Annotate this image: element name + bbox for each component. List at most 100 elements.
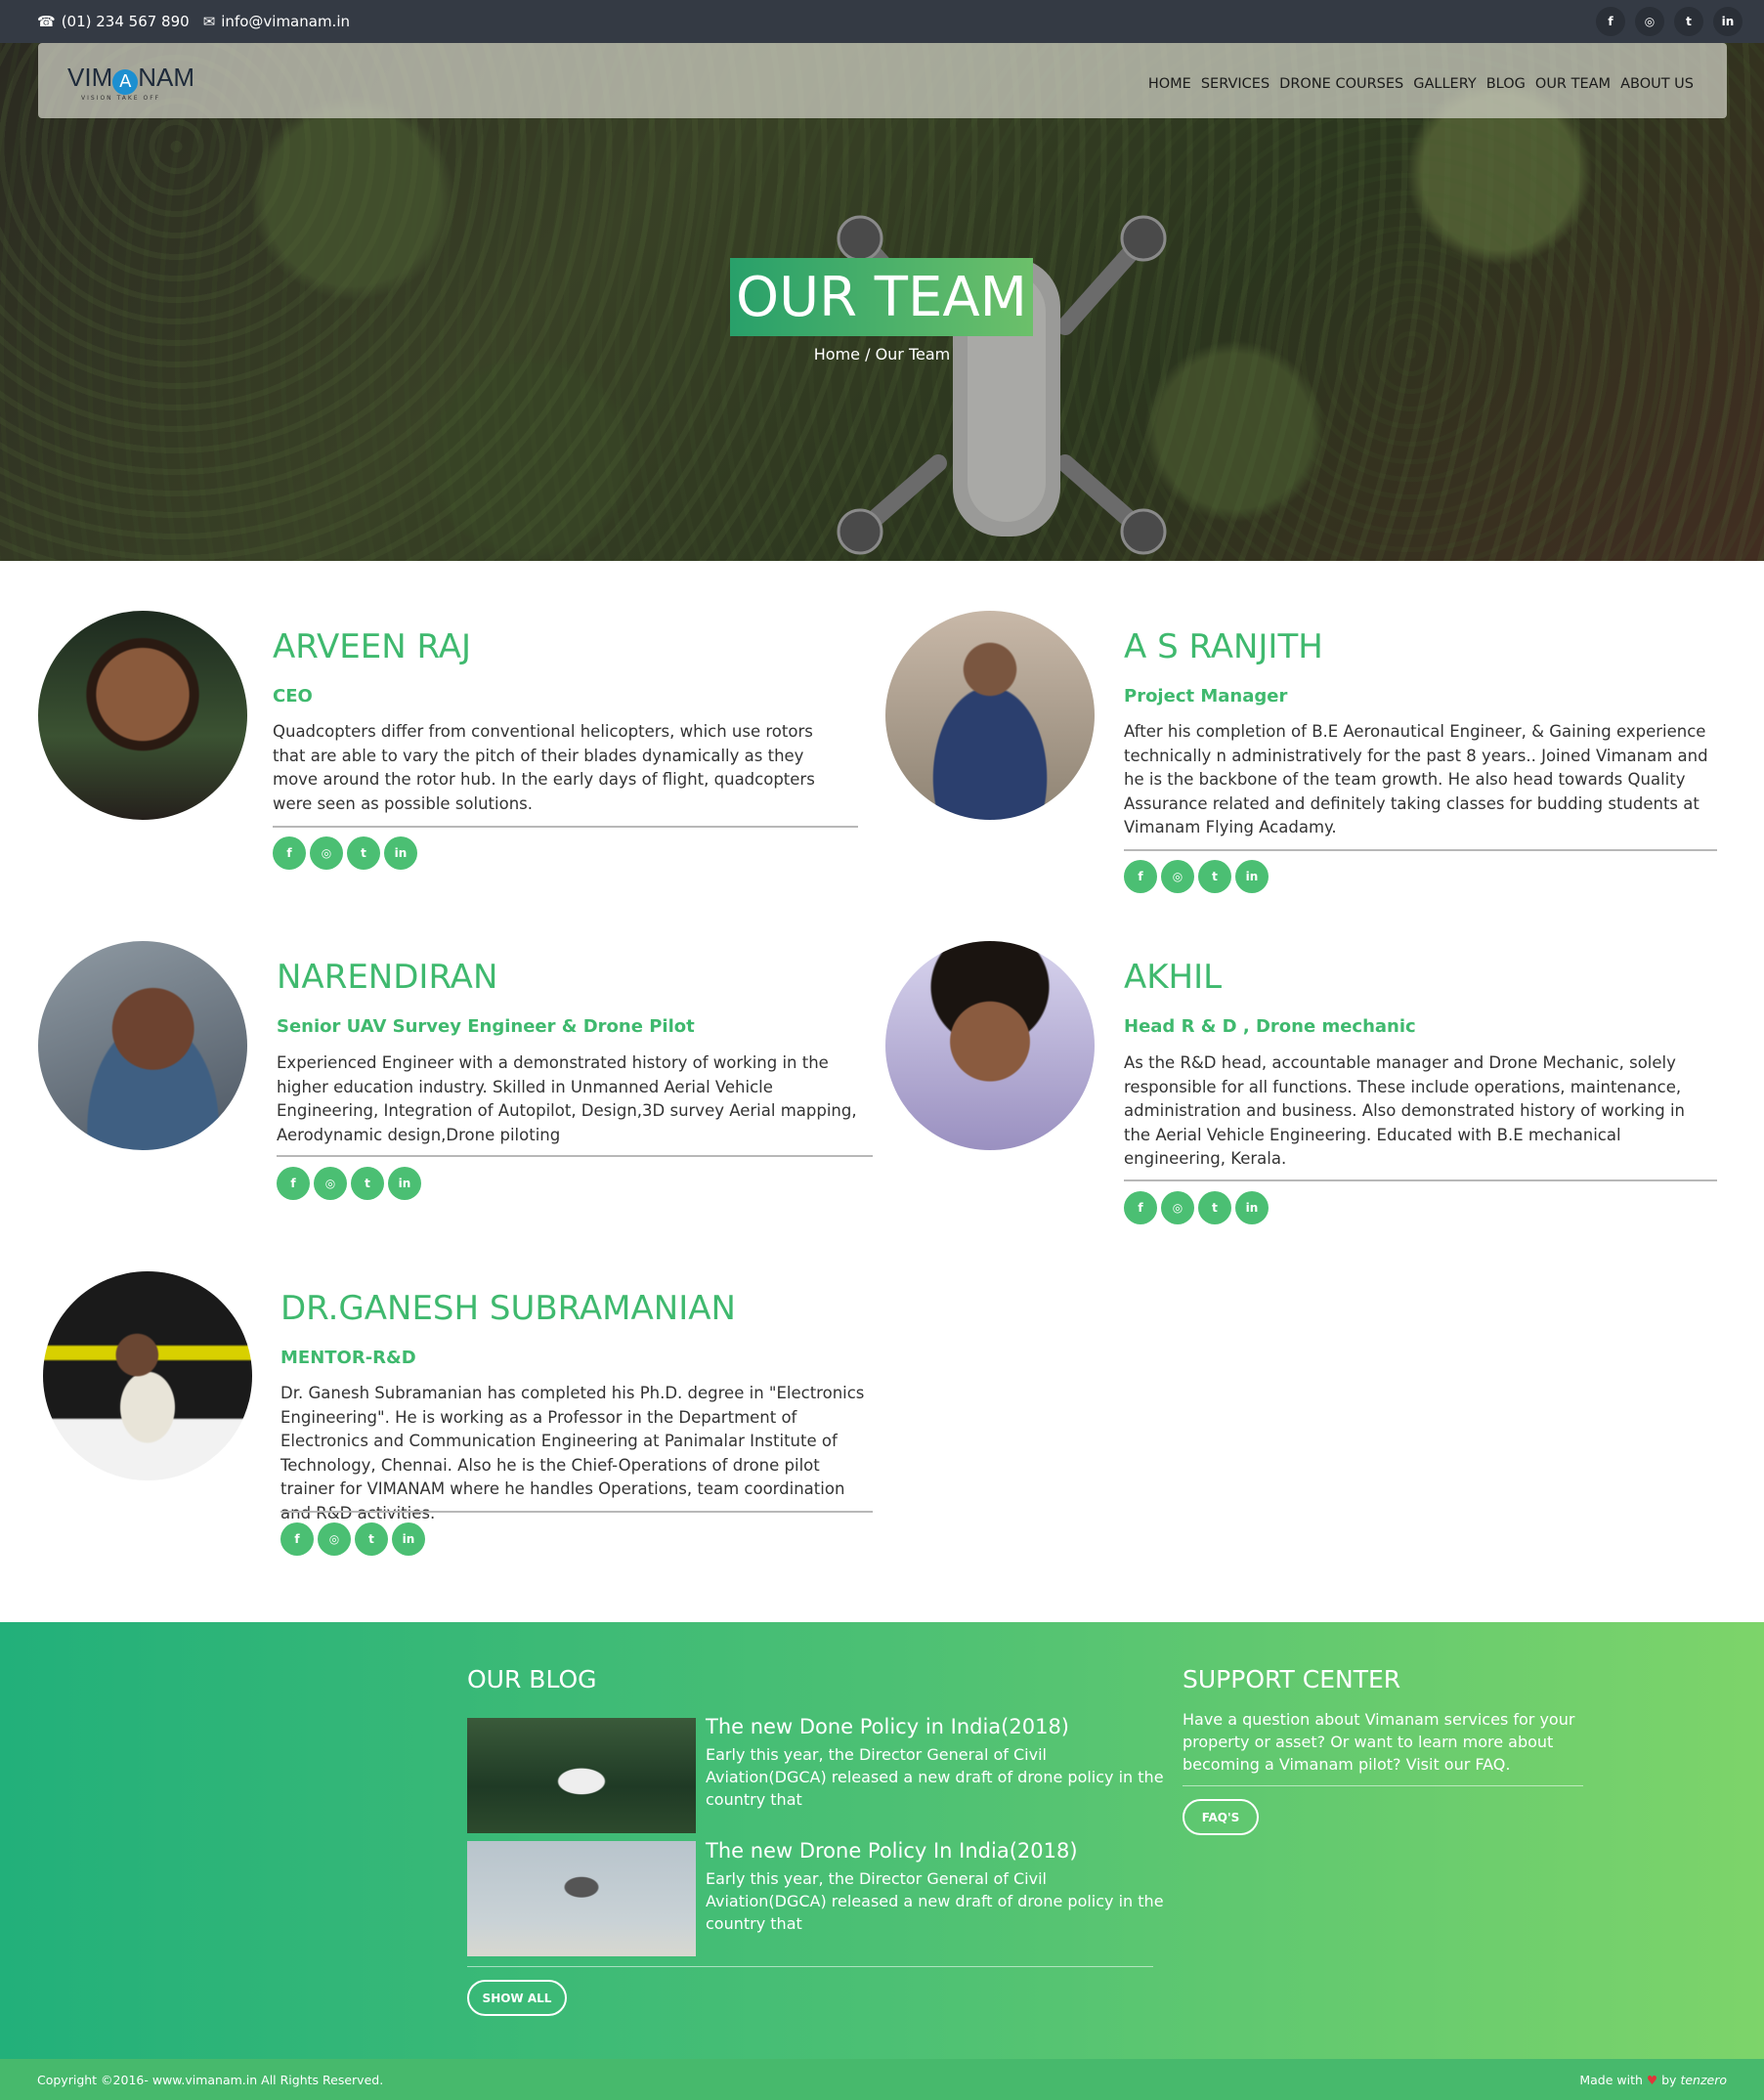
member-name: ARVEEN RAJ [273,627,472,666]
page-title: OUR TEAM [736,265,1027,329]
linkedin-icon[interactable]: in [1713,7,1742,36]
vimanam-logo[interactable]: VIM A NAM VISION TAKE OFF [67,63,194,102]
nav-menu: HOME SERVICES DRONE COURSES GALLERY BLOG… [1148,76,1694,92]
facebook-icon[interactable]: f [280,1522,314,1556]
linkedin-icon[interactable]: in [384,836,417,870]
logo-emblem: A [112,68,139,95]
member-role: Head R & D , Drone mechanic [1124,1016,1416,1037]
email-contact[interactable]: ✉ info@vimanam.in [203,13,350,30]
phone-contact[interactable]: ☎ (01) 234 567 890 [37,13,190,30]
logo-text-right: NAM [138,63,195,92]
divider [1124,849,1717,851]
divider [467,1966,1153,1967]
nav-blog[interactable]: BLOG [1486,76,1526,92]
nav-gallery[interactable]: GALLERY [1413,76,1476,92]
divider [1183,1785,1583,1786]
copyright-text: Copyright ©2016- www.vimanam.in All Righ… [37,2073,384,2087]
linkedin-icon[interactable]: in [1235,860,1269,893]
blog-post-excerpt: Early this year, the Director General of… [706,1869,1164,1933]
bottom-bar: Copyright ©2016- www.vimanam.in All Righ… [0,2059,1764,2100]
email-address: info@vimanam.in [221,13,350,30]
made-with-credit: Made with ♥ by tenzero [1579,2073,1727,2087]
made-with-label: Made with [1579,2073,1643,2087]
avatar-dr-ganesh-subramanian [43,1271,252,1480]
top-bar: ☎ (01) 234 567 890 ✉ info@vimanam.in f ◎… [0,0,1764,43]
twitter-icon[interactable]: t [347,836,380,870]
member-role: Senior UAV Survey Engineer & Drone Pilot [277,1016,695,1037]
nav-about-us[interactable]: ABOUT US [1620,76,1694,92]
member-name: NARENDIRAN [277,958,498,997]
instagram-icon[interactable]: ◎ [1161,1191,1194,1224]
linkedin-icon[interactable]: in [1235,1191,1269,1224]
nav-home[interactable]: HOME [1148,76,1191,92]
member-social-links: f ◎ t in [1124,1191,1269,1224]
nav-drone-courses[interactable]: DRONE COURSES [1279,76,1403,92]
twitter-icon[interactable]: t [351,1167,384,1200]
instagram-icon[interactable]: ◎ [1635,7,1664,36]
member-name: A S RANJITH [1124,627,1323,666]
facebook-icon[interactable]: f [1124,1191,1157,1224]
blog-post-excerpt: Early this year, the Director General of… [706,1745,1164,1809]
logo-text-left: VIM [67,63,113,92]
instagram-icon[interactable]: ◎ [1161,860,1194,893]
twitter-icon[interactable]: t [1198,860,1231,893]
avatar-arveen-raj [38,611,247,820]
linkedin-icon[interactable]: in [388,1167,421,1200]
facebook-icon[interactable]: f [1124,860,1157,893]
divider [280,1511,873,1513]
facebook-icon[interactable]: f [1596,7,1625,36]
member-role: CEO [273,686,313,707]
nav-services[interactable]: SERVICES [1201,76,1269,92]
contact-info: ☎ (01) 234 567 890 ✉ info@vimanam.in [37,13,350,30]
blog-post-thumbnail[interactable] [467,1718,696,1833]
member-bio: Dr. Ganesh Subramanian has completed his… [280,1384,865,1522]
blog-post-title[interactable]: The new Done Policy in India(2018) [706,1715,1069,1738]
member-bio: Experienced Engineer with a demonstrated… [277,1053,857,1144]
breadcrumb[interactable]: Home / Our Team [0,345,1764,364]
blog-heading: OUR BLOG [467,1665,597,1693]
page-title-box: OUR TEAM [730,258,1033,336]
member-social-links: f ◎ t in [280,1522,425,1556]
member-bio: After his completion of B.E Aeronautical… [1124,722,1708,836]
member-bio: As the R&D head, accountable manager and… [1124,1053,1686,1168]
by-label: by [1661,2073,1677,2087]
main-navbar: VIM A NAM VISION TAKE OFF HOME SERVICES DR… [38,43,1727,118]
member-role: Project Manager [1124,686,1288,707]
heart-icon: ♥ [1646,2073,1658,2087]
member-bio: Quadcopters differ from conventional hel… [273,722,815,813]
top-social-links: f ◎ t in [1596,7,1742,36]
linkedin-icon[interactable]: in [392,1522,425,1556]
divider [277,1155,873,1157]
avatar-a-s-ranjith [885,611,1095,820]
nav-our-team[interactable]: OUR TEAM [1535,76,1611,92]
faq-button[interactable]: FAQ'S [1183,1799,1259,1835]
show-all-button[interactable]: SHOW ALL [467,1980,567,2016]
site-footer: OUR BLOG The new Done Policy in India(20… [0,1622,1764,2059]
twitter-icon[interactable]: t [355,1522,388,1556]
instagram-icon[interactable]: ◎ [318,1522,351,1556]
member-social-links: f ◎ t in [273,836,417,870]
instagram-icon[interactable]: ◎ [314,1167,347,1200]
blog-post-thumbnail[interactable] [467,1841,696,1956]
support-heading: SUPPORT CENTER [1183,1665,1401,1693]
divider [1124,1179,1717,1181]
drone-image [837,215,1167,555]
phone-icon: ☎ [37,13,56,30]
twitter-icon[interactable]: t [1674,7,1703,36]
envelope-icon: ✉ [202,13,216,30]
instagram-icon[interactable]: ◎ [310,836,343,870]
blog-post-title[interactable]: The new Drone Policy In India(2018) [706,1839,1078,1863]
avatar-akhil [885,941,1095,1150]
support-text: Have a question about Vimanam services f… [1183,1710,1575,1774]
logo-tagline: VISION TAKE OFF [81,94,161,102]
author-link[interactable]: tenzero [1680,2073,1727,2087]
facebook-icon[interactable]: f [273,836,306,870]
member-social-links: f ◎ t in [1124,860,1269,893]
member-social-links: f ◎ t in [277,1167,421,1200]
twitter-icon[interactable]: t [1198,1191,1231,1224]
avatar-narendiran [38,941,247,1150]
facebook-icon[interactable]: f [277,1167,310,1200]
divider [273,826,858,828]
member-name: DR.GANESH SUBRAMANIAN [280,1289,736,1328]
phone-number: (01) 234 567 890 [61,13,190,30]
